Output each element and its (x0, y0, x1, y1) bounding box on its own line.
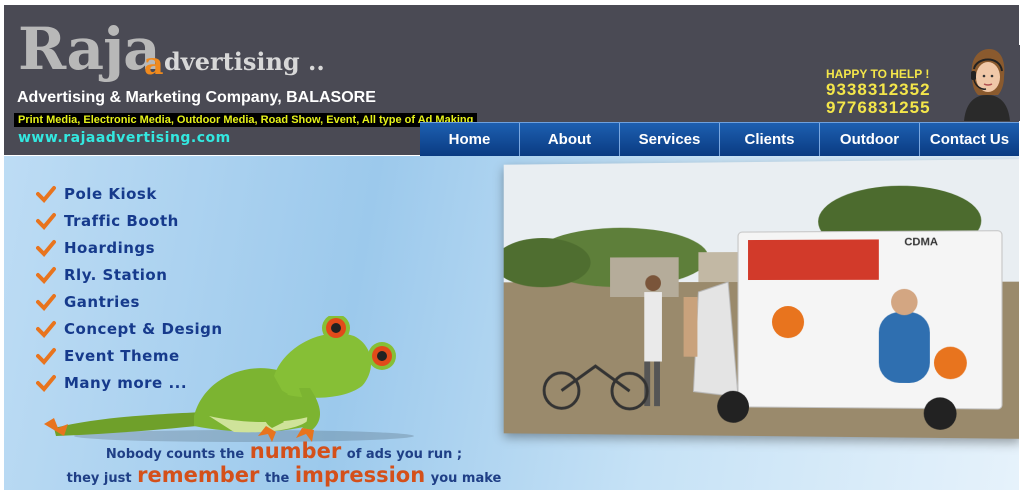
slogan-emphasis: remember (137, 463, 260, 487)
list-item: Rly. Station (36, 261, 223, 288)
check-icon (36, 212, 56, 230)
main-nav: Home About Services Clients Outdoor Cont… (420, 122, 1019, 156)
slogan-text: of ads you run ; (346, 447, 463, 462)
list-item: Pole Kiosk (36, 180, 223, 207)
nav-contact-us[interactable]: Contact Us (920, 123, 1019, 156)
phone-number[interactable]: 9338312352 (826, 81, 931, 99)
services-line: Print Media, Electronic Media, Outdoor M… (14, 113, 478, 127)
slogan-line-2: they just remember the impression you ma… (4, 463, 564, 487)
list-item: Gantries (36, 288, 223, 315)
company-tagline: Advertising & Marketing Company, BALASOR… (17, 89, 376, 106)
slogan: Nobody counts the number of ads you run … (4, 439, 564, 487)
nav-clients[interactable]: Clients (720, 123, 820, 156)
nav-about[interactable]: About (520, 123, 620, 156)
help-contact: HAPPY TO HELP ! 9338312352 9776831255 (826, 67, 931, 117)
feature-label: Hoardings (64, 238, 156, 257)
phone-number[interactable]: 9776831255 (826, 99, 931, 117)
feature-label: Traffic Booth (64, 211, 179, 230)
list-item: Traffic Booth (36, 207, 223, 234)
frog-mascot-icon (44, 316, 414, 442)
help-title: HAPPY TO HELP ! (826, 67, 930, 81)
website-link[interactable]: www.rajaadvertising.com (18, 130, 231, 146)
nav-outdoor[interactable]: Outdoor (820, 123, 920, 156)
logo-accent-letter: a (144, 47, 164, 82)
advertising-van-photo: CDMA (503, 159, 1019, 439)
check-icon (36, 293, 56, 311)
slogan-line-1: Nobody counts the number of ads you run … (4, 439, 564, 463)
check-icon (36, 185, 56, 203)
slogan-text: they just (66, 471, 132, 486)
feature-label: Pole Kiosk (64, 184, 157, 203)
slogan-text: Nobody counts the (105, 447, 245, 462)
hero-banner: Pole Kiosk Traffic Booth Hoardings Rly. … (4, 156, 1019, 490)
feature-label: Rly. Station (64, 265, 168, 284)
feature-label: Gantries (64, 292, 140, 311)
slogan-emphasis: number (249, 439, 342, 463)
van: CDMA (693, 231, 1002, 431)
check-icon (36, 239, 56, 257)
van-text: CDMA (904, 236, 938, 248)
list-item: Hoardings (36, 234, 223, 261)
logo-rest: dvertising .. (164, 47, 325, 76)
slogan-text: the (264, 471, 290, 486)
nav-services[interactable]: Services (620, 123, 720, 156)
check-icon (36, 266, 56, 284)
customer-support-agent-icon (954, 45, 1020, 121)
slogan-emphasis: impression (294, 463, 426, 487)
nav-home[interactable]: Home (420, 123, 520, 156)
slogan-text: you make (430, 471, 502, 486)
logo-word: Raja (18, 15, 161, 83)
